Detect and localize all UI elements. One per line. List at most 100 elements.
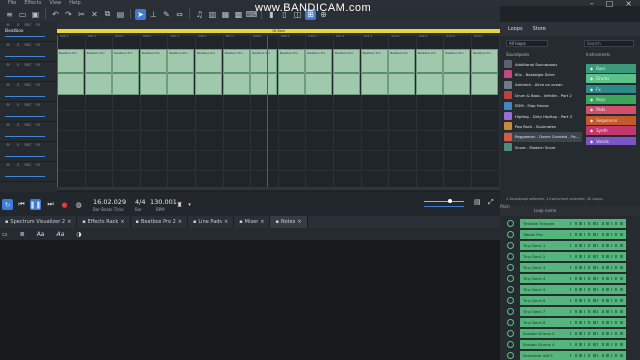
track-btn-rec[interactable]: REC [24,163,32,167]
tab-close-icon[interactable]: × [120,216,124,228]
horizontal-scrollbar[interactable] [57,187,500,190]
forward-button[interactable]: ⏭ [45,199,56,210]
loop-play-icon[interactable] [507,307,514,315]
track-header[interactable]: M S REC FX [0,102,57,122]
track-btn-s[interactable]: S [14,123,22,127]
track-btn-fx[interactable]: FX [34,123,42,127]
notes-editor[interactable] [0,240,500,360]
audio-clip[interactable]: Beatbox Pro [222,49,250,95]
track-btn-s[interactable]: S [14,143,22,147]
close-icon[interactable]: × [625,0,632,8]
delete-icon[interactable]: ✕ [89,9,100,20]
loop-play-icon[interactable] [507,230,514,238]
audio-clip[interactable]: Beatbox Pro [471,49,498,95]
position-display[interactable]: 16.02.029 [93,198,126,206]
loop-play-icon[interactable] [507,274,514,282]
track-btn-m[interactable]: M [4,23,12,27]
master-volume-slider[interactable] [424,201,464,202]
loop-row[interactable]: Tabaki Pan [504,229,640,239]
audio-clip[interactable]: Beatbox Pro [167,49,195,95]
undo-icon[interactable]: ↶ [50,9,61,20]
track-header[interactable]: M S REC FX [0,122,57,142]
loop-button[interactable]: ↻ [2,199,13,210]
start-marker[interactable] [57,36,58,190]
track-header[interactable]: M S REC FX [0,62,57,82]
loop-row[interactable]: Tiny Deck 7 [504,306,640,316]
track-btn-m[interactable]: M [4,43,12,47]
loop-range-bar[interactable]: 16 Bars [57,29,500,33]
track-btn-rec[interactable]: REC [24,123,32,127]
audio-clip[interactable]: Beatbox Pro [250,49,278,95]
dock-tab[interactable]: ▪ Spectrum Visualizer 2 × [0,216,78,228]
instrument-item[interactable]: ◆ Synth [586,126,636,135]
track-btn-rec[interactable]: REC [24,43,32,47]
loop-bar[interactable]: Solsdar Drums 4 [520,339,626,349]
audio-clip[interactable]: Beatbox Pro [57,49,84,95]
soundpool-item[interactable]: EDM - Slap House [504,101,582,111]
loop-bar[interactable]: Timbale Triangle [520,218,626,228]
font-style-button[interactable]: Aa [56,231,64,238]
loop-play-icon[interactable] [507,329,514,337]
minimize-icon[interactable]: – [590,0,594,8]
draw-tool-icon[interactable]: ✎ [161,9,172,20]
save-icon[interactable]: ▣ [30,9,41,20]
loop-row[interactable]: Tiny Deck 3 [504,262,640,272]
pointer-tool-icon[interactable]: ➤ [135,8,146,20]
track-header[interactable]: M S REC FX [0,82,57,102]
redo-icon[interactable]: ↷ [63,9,74,20]
loop-bar[interactable]: Tiny Deck 1 [520,240,626,250]
track-btn-m[interactable]: M [4,103,12,107]
dock-tab[interactable]: ▪ Effects Rack × [77,216,131,228]
music-note-icon[interactable]: ♫ [194,9,205,20]
track-volume-slider[interactable] [5,36,45,37]
tab-loops[interactable]: Loops [508,26,523,32]
track-btn-fx[interactable]: FX [34,83,42,87]
record-button[interactable]: ● [59,199,70,210]
soundpool-item[interactable]: Drum & Bass - Infinite - Part 2 [504,90,582,100]
audio-clip[interactable]: Beatbox Pro [360,49,388,95]
loop-bar[interactable]: Tiny Deck 5 [520,284,626,294]
soundpool-item[interactable]: 80s - Nostalgia Drive [504,69,582,79]
loop-bar[interactable]: Tiny Deck 3 [520,262,626,272]
loop-row[interactable]: Timbale Triangle [504,218,640,228]
track-volume-slider[interactable] [5,136,45,137]
loop-filter-select[interactable]: All loops [506,40,548,47]
maximize-icon[interactable]: □ [606,0,614,8]
dock-tab[interactable]: ▪ Notes × [270,216,308,228]
soundpool-item[interactable]: Additional Soundpools [504,59,582,69]
track-btn-m[interactable]: M [4,63,12,67]
playhead[interactable] [267,36,268,190]
loop-row[interactable]: Solsdar Drums 3 [504,328,640,338]
track-btn-s[interactable]: S [14,63,22,67]
loop-row[interactable]: Tiny Deck 5 [504,284,640,294]
paragraph-icon[interactable]: ≣ [20,231,25,238]
time-signature[interactable]: 4/4 [135,198,145,206]
audio-clip[interactable]: Beatbox Pro [443,49,471,95]
track-btn-rec[interactable]: REC [24,103,32,107]
track-header[interactable]: M S REC FX [0,42,57,62]
loop-bar[interactable]: Tabaki Pan [520,229,626,239]
loop-play-icon[interactable] [507,263,514,271]
audio-clip[interactable]: Beatbox Pro [139,49,167,95]
tab-close-icon[interactable]: × [297,216,301,228]
dock-tab[interactable]: ▪ Line Pads × [188,216,235,228]
instrument-item[interactable]: ◆ Vocals [586,136,636,146]
rewind-button[interactable]: ⏮ [16,199,27,210]
track-btn-rec[interactable]: REC [24,83,32,87]
loop-bar[interactable]: Serenthar loft 5 [520,350,626,360]
track-btn-fx[interactable]: FX [34,103,42,107]
search-input[interactable]: Search [584,40,634,47]
track-volume-slider[interactable] [5,76,45,77]
loop-row[interactable]: Tiny Deck 1 [504,240,640,250]
loop-play-icon[interactable] [507,340,514,348]
pause-button[interactable]: ❚❚ [30,199,41,210]
folder-icon[interactable]: ▭ [17,9,28,20]
soundpool-item[interactable]: Score - Modern Score [504,142,582,152]
track-volume-slider[interactable] [5,176,45,177]
loop-play-icon[interactable] [507,241,514,249]
timeline-ruler[interactable]: 16 Bars 001:1 002:1 003:1 004:1 005:1 006:1 00… [57,22,500,38]
paste-icon[interactable]: ▤ [115,9,126,20]
soundpool-item[interactable]: HipHop - Dirty HipHop - Part 3 [504,111,582,121]
loop-play-icon[interactable] [507,252,514,260]
tab-store[interactable]: Store [533,26,546,32]
